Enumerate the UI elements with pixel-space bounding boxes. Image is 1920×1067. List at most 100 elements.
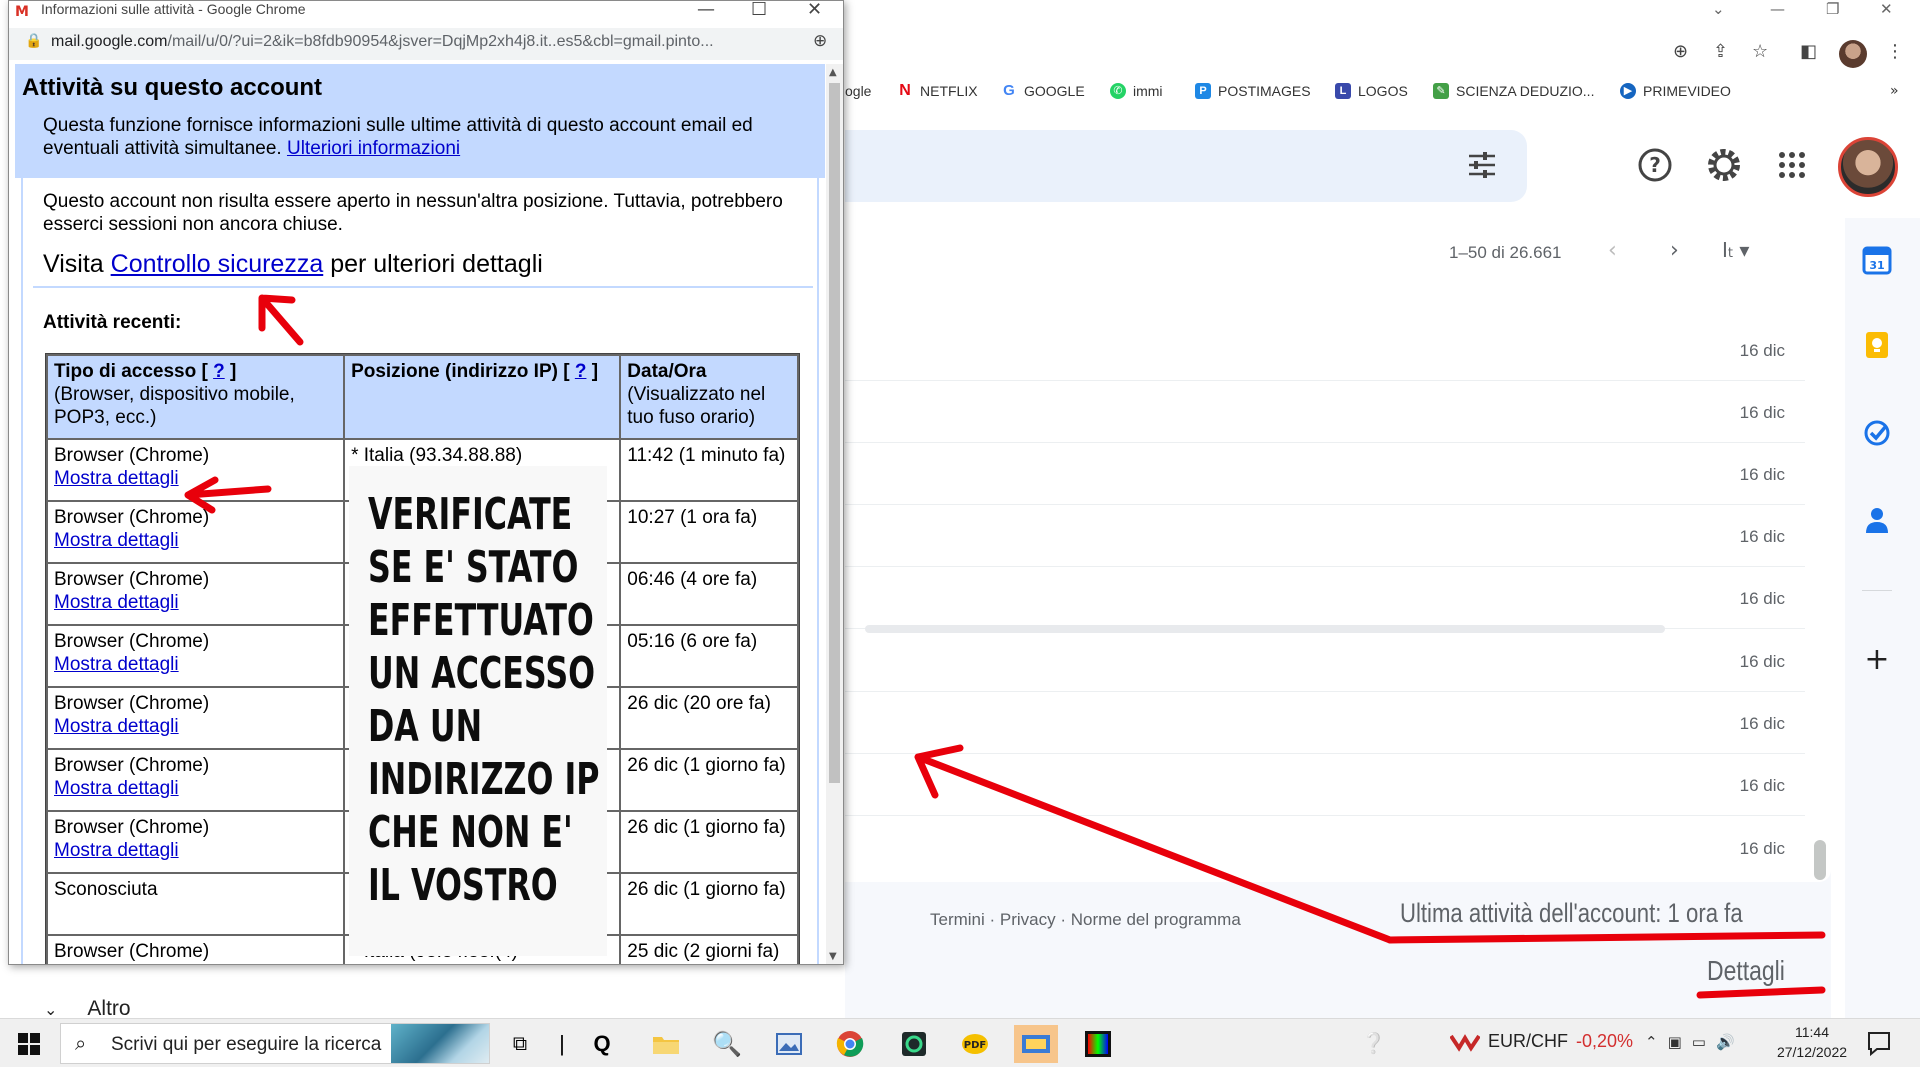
profile-avatar[interactable] bbox=[1839, 40, 1867, 68]
bookmarks-bar: ogle N NETFLIX G GOOGLE ✆ immi P POSTIMAGES … bbox=[845, 80, 1920, 106]
mail-row[interactable]: 16 dic bbox=[845, 630, 1805, 692]
older-page-icon[interactable]: › bbox=[1670, 238, 1679, 263]
magnifier-app-icon[interactable]: 🔍 bbox=[705, 1025, 749, 1063]
game-app-icon[interactable] bbox=[892, 1025, 936, 1063]
mail-row[interactable]: 16 dic bbox=[845, 381, 1805, 443]
fx-logo-icon bbox=[1450, 1033, 1480, 1052]
video-editor-icon[interactable] bbox=[1076, 1025, 1120, 1063]
battery-icon[interactable]: ▭ bbox=[1692, 1033, 1706, 1051]
activity-details-link[interactable]: Dettagli bbox=[1707, 955, 1785, 987]
help-tray-icon[interactable]: ❔ bbox=[1361, 1031, 1386, 1056]
settings-gear-icon[interactable] bbox=[1704, 145, 1744, 185]
scroll-down-icon[interactable]: ▼ bbox=[829, 951, 837, 962]
add-addon-icon[interactable]: + bbox=[1862, 645, 1892, 675]
popup-address-bar[interactable]: 🔒 mail.google.com/mail/u/0/?ui=2&ik=b8fd… bbox=[9, 28, 843, 60]
popup-url[interactable]: mail.google.com/mail/u/0/?ui=2&ik=b8fdb9… bbox=[51, 33, 714, 51]
minimize-icon[interactable]: — bbox=[1770, 0, 1785, 18]
gmail-search-bar[interactable] bbox=[845, 130, 1527, 202]
apps-grid-icon[interactable] bbox=[1772, 145, 1812, 185]
popup-zoom-icon[interactable]: ⊕ bbox=[813, 31, 827, 51]
gmail-footer-links[interactable]: Termini · Privacy · Norme del programma bbox=[930, 910, 1241, 930]
location-help-link[interactable]: ? bbox=[575, 361, 587, 382]
taskbar-clock[interactable]: 11:44 27/12/2022 bbox=[1772, 1022, 1852, 1062]
gmail-account-avatar[interactable] bbox=[1838, 137, 1898, 197]
taskbar-search-box[interactable]: ⌕ Scrivi qui per eseguire la ricerca bbox=[60, 1023, 490, 1064]
bookmark-scienza[interactable]: ✎ SCIENZA DEDUZIO... bbox=[1433, 83, 1594, 99]
taskbar-search-placeholder: Scrivi qui per eseguire la ricerca bbox=[111, 1034, 382, 1055]
gmail-logo-icon: M bbox=[15, 4, 29, 20]
help-icon[interactable]: ? bbox=[1635, 145, 1675, 185]
bookmark-primevideo[interactable]: ▶ PRIMEVIDEO bbox=[1620, 83, 1731, 99]
chrome-icon[interactable] bbox=[828, 1025, 872, 1063]
show-details-link[interactable]: Mostra dettagli bbox=[54, 778, 179, 799]
date-time-cell: 06:46 (4 ore fa) bbox=[621, 564, 797, 624]
file-explorer-icon[interactable] bbox=[644, 1025, 688, 1063]
windows-taskbar: ⌕ Scrivi qui per eseguire la ricerca ⧉ |… bbox=[0, 1018, 1920, 1067]
bookmark-google[interactable]: G GOOGLE bbox=[1001, 83, 1085, 99]
popup-maximize-icon[interactable]: ☐ bbox=[751, 1, 767, 20]
share-icon[interactable]: ⇪ bbox=[1713, 41, 1728, 62]
zoom-icon[interactable]: ⊕ bbox=[1673, 41, 1688, 62]
mail-row[interactable]: 16 dic bbox=[845, 505, 1805, 567]
keep-icon[interactable] bbox=[1862, 330, 1892, 360]
popup-minimize-icon[interactable]: — bbox=[697, 1, 715, 20]
photo-app-icon[interactable] bbox=[767, 1025, 811, 1063]
popup-close-icon[interactable]: ✕ bbox=[807, 1, 822, 20]
mail-row[interactable]: 16 dic bbox=[845, 319, 1805, 381]
bookmarks-overflow-icon[interactable]: » bbox=[1890, 83, 1899, 99]
fx-widget[interactable]: EUR/CHF -0,20% bbox=[1450, 1031, 1633, 1052]
access-type-cell: Browser (Chrome) Mostra dettagli bbox=[48, 502, 344, 562]
windows-start-icon[interactable] bbox=[18, 1033, 40, 1055]
date-time-cell: 26 dic (1 giorno fa) bbox=[621, 812, 797, 872]
mail-row[interactable]: 16 dic bbox=[845, 754, 1805, 816]
mail-row[interactable]: 16 dic bbox=[845, 567, 1805, 629]
last-account-activity: Ultima attività dell'account: 1 ora fa bbox=[1400, 898, 1743, 928]
show-details-link[interactable]: Mostra dettagli bbox=[54, 840, 179, 861]
show-details-link[interactable]: Mostra dettagli bbox=[54, 530, 179, 551]
notifications-icon[interactable] bbox=[1866, 1030, 1892, 1056]
pdf-app-icon[interactable]: PDF bbox=[953, 1025, 997, 1063]
volume-icon[interactable]: 🔊 bbox=[1716, 1033, 1735, 1051]
bookmark-logos[interactable]: L LOGOS bbox=[1335, 83, 1408, 99]
more-info-link[interactable]: Ulteriori informazioni bbox=[287, 138, 460, 159]
security-check-link[interactable]: Controllo sicurezza bbox=[111, 250, 324, 278]
date-time-cell: 10:27 (1 ora fa) bbox=[621, 502, 797, 562]
popup-scrollbar-thumb[interactable] bbox=[829, 83, 840, 783]
calendar-icon[interactable]: 31 bbox=[1862, 245, 1892, 275]
tab-search-icon[interactable]: ⌄ bbox=[1712, 0, 1725, 18]
tasks-icon[interactable] bbox=[1862, 418, 1892, 448]
horizontal-scroll-indicator[interactable] bbox=[865, 625, 1665, 633]
mail-row[interactable]: 16 dic bbox=[845, 817, 1805, 879]
bookmark-netflix[interactable]: N NETFLIX bbox=[897, 83, 978, 99]
taskbar-divider-icon: | bbox=[559, 1031, 565, 1056]
lock-icon[interactable]: 🔒 bbox=[25, 33, 42, 49]
show-details-link[interactable]: Mostra dettagli bbox=[54, 592, 179, 613]
mail-row[interactable]: 16 dic bbox=[845, 443, 1805, 505]
header-access-type: Tipo di accesso [ ? ] (Browser, dispositi… bbox=[48, 356, 344, 438]
close-icon[interactable]: ✕ bbox=[1880, 0, 1893, 18]
scroll-up-icon[interactable]: ▲ bbox=[829, 67, 837, 78]
bookmark-partial[interactable]: ogle bbox=[845, 83, 871, 99]
show-details-link[interactable]: Mostra dettagli bbox=[54, 468, 179, 489]
newer-page-icon[interactable]: ‹ bbox=[1608, 238, 1617, 263]
search-options-icon[interactable] bbox=[1467, 150, 1497, 180]
chrome-menu-icon[interactable]: ⋮ bbox=[1886, 41, 1904, 62]
access-type-help-link[interactable]: ? bbox=[213, 361, 225, 382]
screenshot-app-icon[interactable] bbox=[1014, 1025, 1058, 1063]
meet-now-icon[interactable]: ▣ bbox=[1668, 1033, 1682, 1051]
message-list-scrollbar[interactable] bbox=[1814, 840, 1826, 880]
tray-overflow-icon[interactable]: ⌃ bbox=[1645, 1033, 1658, 1051]
bookmark-postimages[interactable]: P POSTIMAGES bbox=[1195, 83, 1311, 99]
clock-time: 11:44 bbox=[1795, 1024, 1829, 1040]
bookmark-star-icon[interactable]: ☆ bbox=[1752, 41, 1768, 62]
restore-icon[interactable]: ❐ bbox=[1826, 0, 1839, 18]
task-view-icon[interactable]: ⧉ bbox=[498, 1025, 542, 1063]
bookmark-immi[interactable]: ✆ immi bbox=[1110, 83, 1163, 99]
input-tools-icon[interactable]: It ▾ bbox=[1722, 238, 1749, 262]
show-details-link[interactable]: Mostra dettagli bbox=[54, 654, 179, 675]
contacts-icon[interactable] bbox=[1862, 505, 1892, 535]
side-panel-icon[interactable]: ◧ bbox=[1800, 41, 1817, 62]
search-app-icon[interactable]: Q bbox=[580, 1025, 624, 1063]
mail-row[interactable]: 16 dic bbox=[845, 692, 1805, 754]
show-details-link[interactable]: Mostra dettagli bbox=[54, 716, 179, 737]
